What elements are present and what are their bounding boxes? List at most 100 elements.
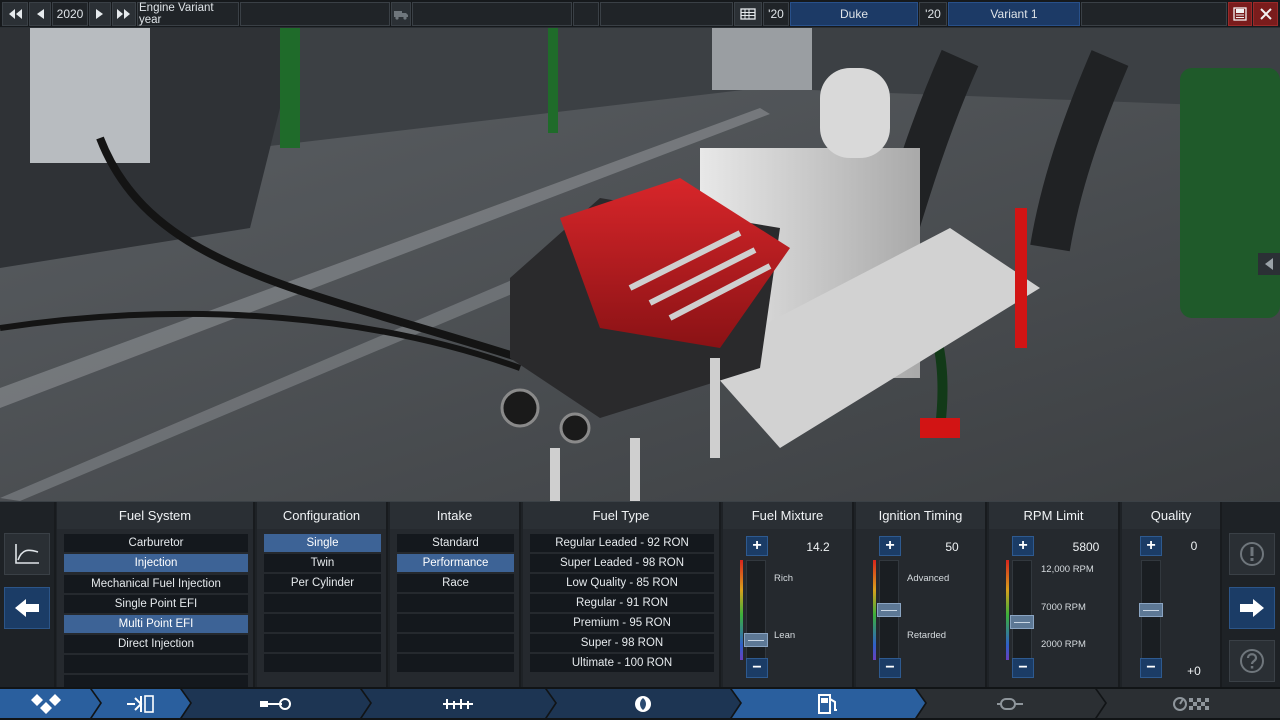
rpm-limit-increase-button[interactable]: + [1012,536,1034,556]
intake-option[interactable]: Performance [397,554,514,572]
fuel-type-options: Regular Leaded - 92 RON Super Leaded - 98… [530,534,714,674]
fuel-type-header: Fuel Type [523,502,719,529]
configuration-option[interactable]: Per Cylinder [264,574,381,592]
rpm-limit-decrease-button[interactable]: − [1012,658,1034,678]
fuel-type-column: Fuel Type Regular Leaded - 92 RON Super L… [523,502,721,688]
fuel-type-option[interactable]: Low Quality - 85 RON [530,574,714,592]
fuel-system-category-option[interactable]: Carburetor [64,534,248,552]
rpm-limit-min-label: 2000 RPM [1041,639,1086,650]
configuration-option[interactable]: Single [264,534,381,552]
top-bar-empty-2 [573,2,599,26]
tab-fuel[interactable] [740,689,915,718]
next-year-button[interactable] [89,2,111,26]
graph-button[interactable] [4,533,50,575]
quality-decrease-button[interactable]: − [1140,658,1162,678]
ignition-timing-value: 50 [945,540,959,554]
question-icon [1240,649,1264,673]
variant-selector[interactable]: Variant 1 [948,2,1080,26]
fuel-system-type-option[interactable]: Single Point EFI [64,595,248,613]
rpm-limit-header: RPM Limit [989,502,1118,529]
tab-variant[interactable] [100,689,180,718]
fuel-system-type-option[interactable]: Direct Injection [64,635,248,653]
fuel-system-column: Fuel System Carburetor Injection Mechanica… [57,502,255,693]
next-decade-button[interactable] [112,2,136,26]
fuel-settings-panel: Fuel System Carburetor Injection Mechanica… [0,501,1280,693]
fuel-type-option[interactable]: Regular - 91 RON [530,594,714,612]
variant-year: '20 [919,2,947,26]
crankshaft-icon [260,697,291,710]
back-button[interactable] [4,587,50,629]
arrow-left-icon [15,599,39,617]
rpm-limit-column: RPM Limit + 5800 12,000 RPM 7000 RPM 200… [989,502,1120,688]
fuel-type-option[interactable]: Premium - 95 RON [530,614,714,632]
intake-option[interactable]: Standard [397,534,514,552]
help-button[interactable] [1229,640,1275,682]
fuel-system-header: Fuel System [57,502,253,529]
intake-empty-slot [397,614,514,632]
intake-empty-slot [397,594,514,612]
double-left-arrow-icon [9,9,22,19]
fuel-system-empty-slot [64,655,248,673]
quality-value: 0 [1190,539,1198,553]
rpm-limit-slider-track[interactable] [1012,560,1032,660]
quality-increase-button[interactable]: + [1140,536,1162,556]
right-button-column [1224,502,1280,688]
tab-bottom-end[interactable] [190,689,360,718]
fuel-system-category-option[interactable]: Injection [64,554,248,572]
year-display: 2020 [52,2,88,26]
forward-button[interactable] [1229,587,1275,629]
ignition-timing-increase-button[interactable]: + [879,536,901,556]
fuel-type-option[interactable]: Ultimate - 100 RON [530,654,714,672]
quality-slider-handle[interactable] [1139,603,1163,617]
fuel-type-option[interactable]: Super - 98 RON [530,634,714,652]
tab-engine-test[interactable] [1105,689,1280,718]
engine-viewport[interactable] [0,28,1280,501]
engine-designer-screen: 2020 Engine Variant year '20 Duke '20 Va… [0,0,1280,720]
fuel-mixture-column: Fuel Mixture + 14.2 Rich Lean − [723,502,854,688]
fuel-mixture-increase-button[interactable]: + [746,536,768,556]
list-button[interactable] [734,2,762,26]
configuration-empty-slot [264,614,381,632]
configuration-empty-slot [264,594,381,612]
designer-tab-strip [0,687,1280,720]
truck-icon [394,11,408,20]
tab-family[interactable] [0,689,92,718]
fuel-mixture-slider-handle[interactable] [744,633,768,647]
warnings-button[interactable] [1229,533,1275,575]
intake-empty-slot [397,654,514,672]
engine-family-selector[interactable]: Duke [790,2,918,26]
fuel-type-option[interactable]: Super Leaded - 98 RON [530,554,714,572]
top-bar-empty-3 [600,2,733,26]
rpm-limit-slider-handle[interactable] [1010,615,1034,629]
rpm-limit-color-scale [1006,560,1009,660]
rpm-limit-value: 5800 [1072,540,1100,554]
save-button[interactable] [1228,2,1252,26]
top-bar-empty-4 [1081,2,1227,26]
tab-exhaust[interactable] [925,689,1095,718]
export-button[interactable] [391,2,411,26]
fuel-mixture-rich-label: Rich [774,573,794,584]
tab-top-end[interactable] [370,689,545,718]
ignition-timing-decrease-button[interactable]: − [879,658,901,678]
fuel-mixture-decrease-button[interactable]: − [746,658,768,678]
fuel-system-type-option[interactable]: Multi Point EFI [64,615,248,633]
ignition-timing-column: Ignition Timing + 50 Advanced Retarded − [856,502,987,688]
close-button[interactable] [1253,2,1278,26]
save-icon [1233,7,1247,21]
prev-decade-button[interactable] [2,2,28,26]
tab-aspiration[interactable] [555,689,730,718]
prev-year-button[interactable] [29,2,51,26]
configuration-option[interactable]: Twin [264,554,381,572]
fuel-system-type-option[interactable]: Mechanical Fuel Injection [64,575,248,593]
intake-option[interactable]: Race [397,574,514,592]
test-flag-icon [1172,696,1209,711]
fuel-pump-icon [817,693,837,714]
turbo-icon [634,695,651,712]
configuration-empty-slot [264,634,381,652]
fuel-mixture-lean-label: Lean [774,630,796,641]
top-bar: 2020 Engine Variant year '20 Duke '20 Va… [0,0,1280,28]
ignition-timing-slider-handle[interactable] [877,603,901,617]
intake-options: Standard Performance Race [397,534,514,674]
fuel-type-option[interactable]: Regular Leaded - 92 RON [530,534,714,552]
fuel-mixture-value: 14.2 [806,540,830,554]
